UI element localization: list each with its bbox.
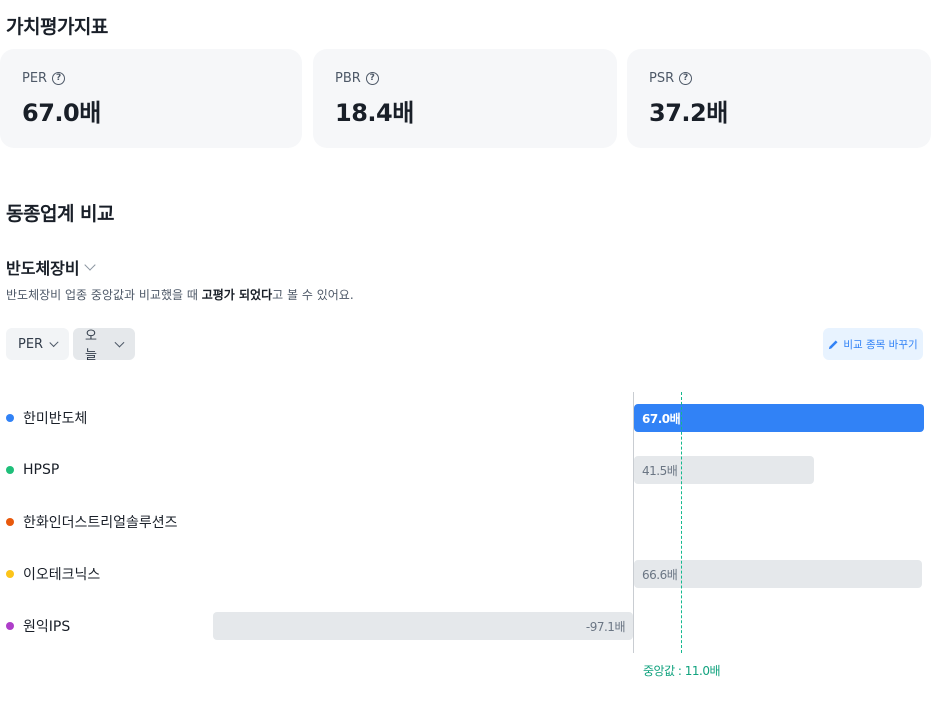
stock-name: 원익IPS — [23, 619, 71, 635]
psr-value: 37.2배 — [649, 99, 728, 127]
value-bar: 67.0배 — [634, 404, 924, 432]
per-card: PER ? 67.0배 — [0, 49, 302, 148]
bar-value-label: -97.1배 — [585, 619, 626, 634]
psr-card: PSR ? 37.2배 — [627, 49, 931, 148]
help-icon[interactable]: ? — [365, 72, 379, 85]
median-label: 중앙값 : 11.0배 — [643, 664, 721, 678]
per-label: PER — [22, 71, 48, 86]
industry-name: 반도체장비 — [6, 259, 80, 278]
stock-label[interactable]: 원익IPS — [6, 616, 70, 636]
legend-dot — [6, 622, 14, 630]
median-line — [680, 392, 682, 653]
legend-dot — [6, 518, 14, 526]
chevron-down-icon — [49, 337, 59, 347]
stock-label[interactable]: 한화인더스트리얼솔루션즈 — [6, 512, 178, 532]
bar-value-label: 41.5배 — [642, 463, 678, 478]
help-icon[interactable]: ? — [679, 72, 693, 85]
pencil-icon — [829, 339, 838, 349]
help-icon[interactable]: ? — [52, 72, 66, 85]
chevron-down-icon — [83, 258, 96, 271]
industry-selector[interactable]: 반도체장비 — [6, 255, 96, 279]
pbr-card: PBR ? 18.4배 — [313, 49, 617, 148]
chart-axis — [633, 392, 634, 653]
legend-dot — [6, 414, 14, 422]
metric-dropdown[interactable]: PER — [6, 328, 69, 360]
stock-name: 이오테크닉스 — [23, 567, 101, 583]
value-bar: 66.6배 — [634, 560, 923, 588]
stock-label[interactable]: 이오테크닉스 — [6, 564, 100, 584]
stock-label[interactable]: 한미반도체 — [6, 408, 87, 428]
stock-name: HPSP — [23, 462, 60, 478]
comparison-title: 동종업계 비교 — [6, 203, 115, 225]
valuation-verdict: 고평가 되었다 — [201, 288, 273, 302]
comparison-description: 반도체장비 업종 중앙값과 비교했을 때 고평가 되었다고 볼 수 있어요. — [6, 288, 354, 302]
bar-value-label: 67.0배 — [642, 411, 681, 426]
psr-label: PSR — [649, 71, 675, 86]
legend-dot — [6, 570, 14, 578]
stock-label[interactable]: HPSP — [6, 460, 59, 480]
change-comparison-button[interactable]: 비교 종목 바꾸기 — [823, 328, 923, 360]
pbr-value: 18.4배 — [335, 99, 414, 127]
period-dropdown[interactable]: 오늘 — [73, 328, 135, 363]
stock-name: 한미반도체 — [23, 411, 88, 427]
legend-dot — [6, 466, 14, 474]
valuation-title: 가치평가지표 — [6, 16, 108, 38]
per-value: 67.0배 — [22, 99, 101, 127]
bar-value-label: 66.6배 — [642, 567, 678, 582]
value-bar: 41.5배 — [634, 456, 814, 484]
chevron-down-icon — [114, 337, 125, 347]
stock-name: 한화인더스트리얼솔루션즈 — [23, 515, 178, 531]
value-bar: -97.1배 — [212, 612, 633, 640]
pbr-label: PBR — [335, 71, 361, 86]
